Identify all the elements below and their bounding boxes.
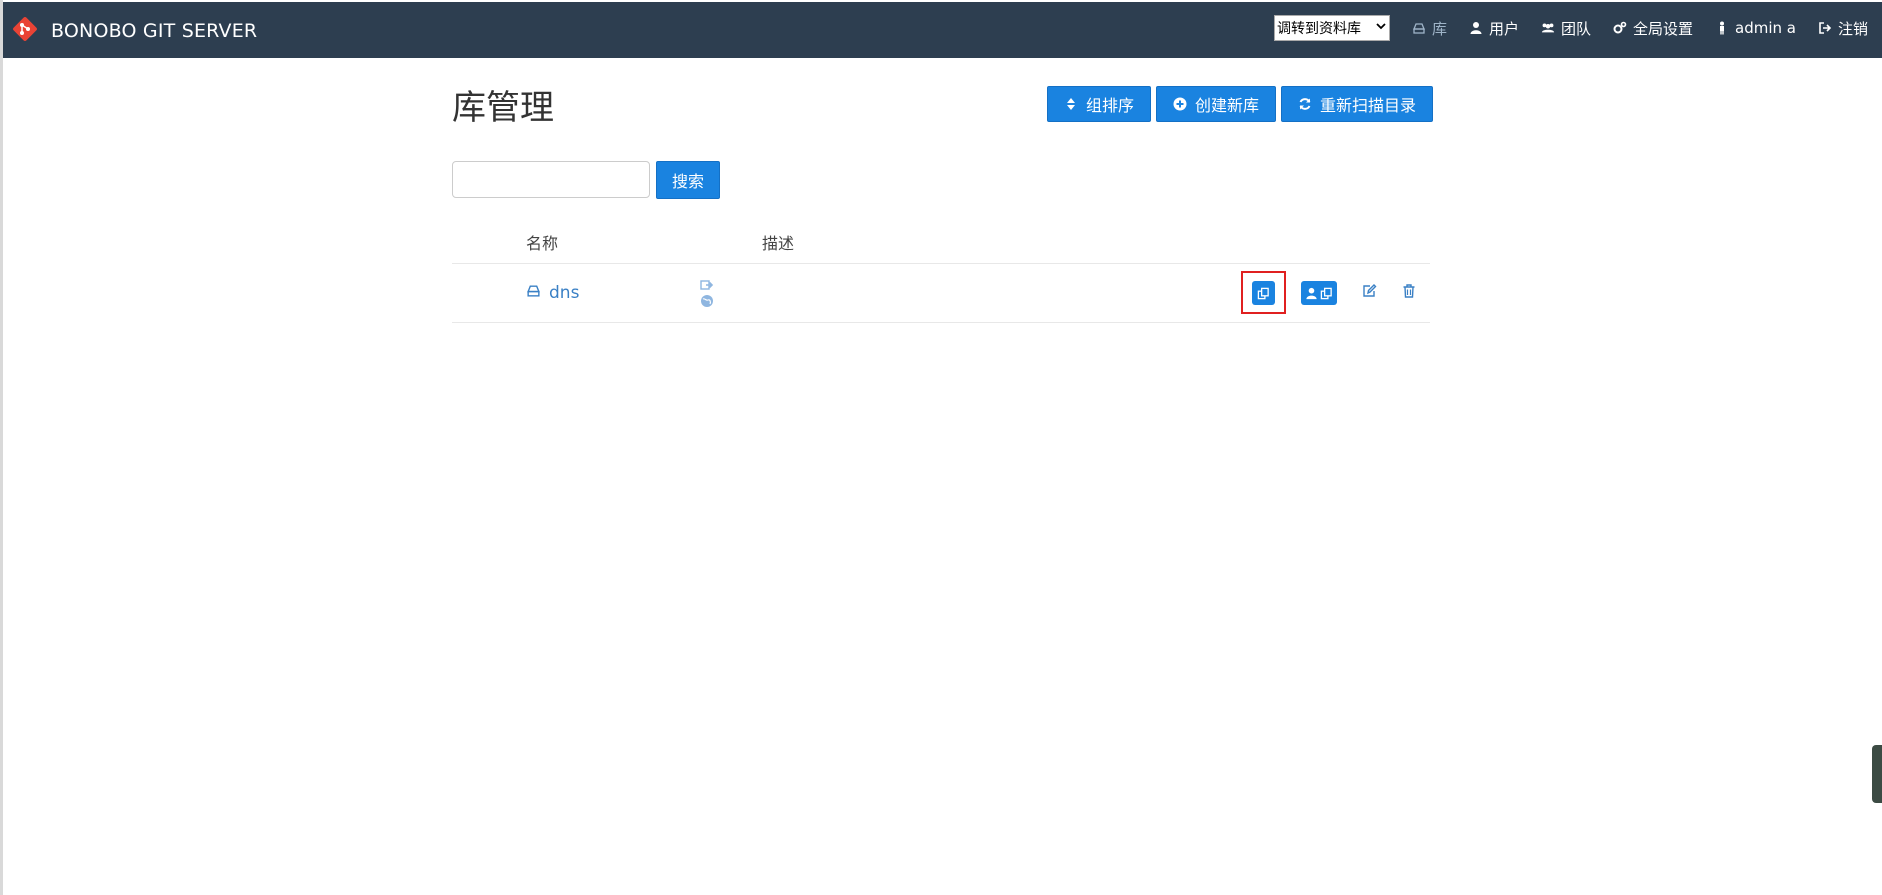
copy-icon <box>1320 287 1333 300</box>
nav-item-repositories[interactable]: 库 <box>1412 18 1447 39</box>
search-button[interactable]: 搜索 <box>656 161 720 199</box>
nav-item-label: 团队 <box>1560 19 1591 38</box>
hdd-icon <box>1412 21 1426 35</box>
nav-item-label: 用户 <box>1488 19 1519 38</box>
create-repository-button[interactable]: 创建新库 <box>1155 86 1276 122</box>
plus-circle-icon <box>1173 97 1187 111</box>
share-icon <box>700 278 714 292</box>
table-row-divider <box>452 322 1430 323</box>
nav-item-teams[interactable]: 团队 <box>1541 18 1591 39</box>
rescan-directory-button[interactable]: 重新扫描目录 <box>1280 86 1433 122</box>
repository-status-icons <box>700 278 714 308</box>
repository-name: dns <box>549 283 580 303</box>
sign-out-icon <box>1818 21 1832 35</box>
highlight-box <box>1241 271 1286 314</box>
edit-button[interactable] <box>1361 283 1377 299</box>
create-repository-label: 创建新库 <box>1194 96 1259 115</box>
nav-item-global-settings[interactable]: 全局设置 <box>1613 18 1693 39</box>
rescan-directory-label: 重新扫描目录 <box>1319 96 1416 115</box>
git-logo-icon <box>11 15 39 47</box>
nav-item-label: 库 <box>1431 19 1447 38</box>
chevron-down-icon <box>1375 20 1387 36</box>
column-header-description: 描述 <box>762 234 795 253</box>
refresh-icon <box>1298 97 1312 111</box>
nav-item-label: admin a <box>1735 19 1796 37</box>
nav-item-label: 注销 <box>1837 19 1868 38</box>
gears-icon <box>1613 21 1627 35</box>
edit-icon <box>1361 283 1377 299</box>
table-header-divider <box>452 263 1430 264</box>
repo-jump-selected: 调转到资料库 <box>1276 21 1361 37</box>
brand-title: BONOBO GIT SERVER <box>51 20 258 42</box>
clone-as-user-button[interactable] <box>1301 281 1337 305</box>
search-input[interactable] <box>452 161 650 198</box>
user-icon <box>1469 21 1483 35</box>
nav-item-logout[interactable]: 注销 <box>1818 18 1868 39</box>
nav-item-label: 全局设置 <box>1633 19 1694 38</box>
nav-item-current-user[interactable]: admin a <box>1715 19 1796 37</box>
brand[interactable]: BONOBO GIT SERVER <box>11 15 257 47</box>
window-left-border <box>0 0 3 895</box>
side-panel-handle[interactable] <box>1872 745 1882 803</box>
column-header-name[interactable]: 名称 <box>526 230 558 254</box>
sort-icon <box>1064 97 1078 111</box>
nav-right: 调转到资料库 库 用户 团队 全局设置 admin a 注销 <box>1273 15 1868 41</box>
team-icon <box>1541 21 1555 35</box>
search-button-label: 搜索 <box>671 172 704 191</box>
person-icon <box>1715 21 1729 35</box>
hdd-icon <box>526 283 541 303</box>
user-icon <box>1305 287 1318 300</box>
toolbar: 组排序 创建新库 重新扫描目录 <box>1046 86 1433 122</box>
group-sort-label: 组排序 <box>1085 96 1134 115</box>
repository-link-dns[interactable]: dns <box>526 283 579 303</box>
group-sort-button[interactable]: 组排序 <box>1046 86 1151 122</box>
nav-item-users[interactable]: 用户 <box>1469 18 1519 39</box>
globe-icon <box>700 294 714 308</box>
delete-button[interactable] <box>1401 283 1417 299</box>
trash-icon <box>1401 283 1417 299</box>
page-title: 库管理 <box>452 88 554 128</box>
navbar: BONOBO GIT SERVER 调转到资料库 库 用户 团队 全局设置 ad… <box>3 2 1882 58</box>
repo-jump-select[interactable]: 调转到资料库 <box>1273 15 1390 41</box>
